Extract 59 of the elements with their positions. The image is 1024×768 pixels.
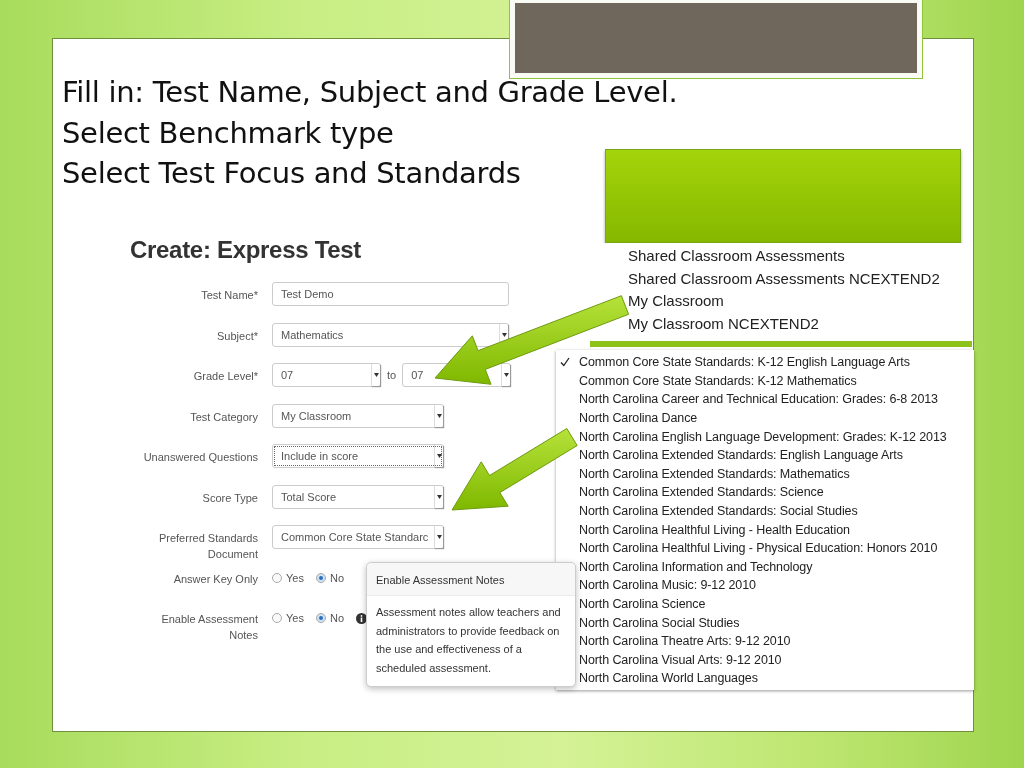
caret-icon xyxy=(436,454,442,458)
radio-option[interactable]: Yes xyxy=(272,571,304,584)
menu-item[interactable]: North Carolina Extended Standards: English Language Arts xyxy=(579,448,974,463)
dropdown[interactable]: Include in score xyxy=(272,444,444,468)
menu-item[interactable]: North Carolina Healthful Living - Health Education xyxy=(579,522,974,537)
form-title: Create: Express Test xyxy=(130,236,362,264)
menu-item[interactable]: North Carolina Information and Technology xyxy=(579,559,974,574)
radio-icon[interactable] xyxy=(315,572,326,583)
menu-item[interactable]: North Carolina Visual Arts: 9-12 2010 xyxy=(579,652,974,667)
slide-text: Select Benchmark type xyxy=(62,114,395,152)
tooltip-text: Assessment notes allow teachers and administrators to provide feedback on the use and effectiveness of a scheduled assessment. xyxy=(375,605,562,676)
field-label: Score Type xyxy=(201,490,258,506)
field-label: Test Name* xyxy=(200,288,258,303)
field-label: Answer Key Only xyxy=(172,571,258,587)
dropdown[interactable]: Common Core State Standarc xyxy=(272,525,444,549)
menu-item[interactable]: North Carolina Science xyxy=(579,597,974,611)
field-label: Enable Assessment Notes xyxy=(160,612,258,643)
menu-item[interactable]: North Carolina Extended Standards: Science xyxy=(579,485,974,500)
dropdown[interactable]: 07 xyxy=(272,363,381,387)
tooltip-title: Enable Assessment Notes xyxy=(367,563,575,596)
menu-item[interactable]: Common Core State Standards: K-12 Mathematics xyxy=(579,373,974,388)
menu-item[interactable]: North Carolina Healthful Living - Physical Education: Honors 2010 xyxy=(579,541,974,556)
menu-item[interactable]: North Carolina Theatre Arts: 9-12 2010 xyxy=(579,634,974,649)
radio-icon[interactable] xyxy=(272,613,282,623)
menu-item[interactable]: My Classroom xyxy=(628,290,972,313)
radio-option[interactable]: No xyxy=(315,612,344,624)
radio-icon[interactable] xyxy=(272,572,282,583)
menu-item[interactable]: North Carolina Music: 9-12 2010 xyxy=(579,578,974,593)
field-label: Subject* xyxy=(216,328,258,344)
caret-icon xyxy=(436,535,442,539)
caret-icon xyxy=(436,494,442,499)
menu-item[interactable]: North Carolina Social Studies xyxy=(579,615,974,630)
menu-item[interactable]: North Carolina Extended Standards: Mathematics xyxy=(579,466,974,481)
caret-icon xyxy=(501,332,507,337)
caret-icon xyxy=(436,413,442,418)
menu-item[interactable]: North Carolina World Languages xyxy=(579,671,974,686)
radio-option[interactable]: No xyxy=(315,571,344,584)
radio-icon[interactable] xyxy=(315,613,326,623)
field-label: Preferred Standards Document xyxy=(157,531,258,562)
radio-option[interactable]: Yes xyxy=(272,612,304,624)
slide-text: Fill in: Test Name, Subject and Grade Level. xyxy=(62,74,678,111)
menu-item[interactable]: My Classroom NCEXTEND2 xyxy=(628,312,972,335)
caret-icon xyxy=(373,373,379,377)
caret-icon xyxy=(503,373,509,377)
menu-item[interactable]: North Carolina English Language Development: Grades: K-12 2013 xyxy=(579,429,974,444)
dropdown[interactable]: Total Score xyxy=(272,484,444,509)
field-label: Test Category xyxy=(189,409,258,425)
field-label: Grade Level* xyxy=(192,369,258,384)
menu-item[interactable]: Shared Classroom Assessments xyxy=(628,245,972,268)
dropdown[interactable]: My Classroom xyxy=(272,403,444,428)
menu-item[interactable]: North Carolina Extended Standards: Social Studies xyxy=(579,504,974,519)
menu-item[interactable]: North Carolina Dance xyxy=(579,411,974,426)
menu-item[interactable]: Shared Classroom Assessments NCEXTEND2 xyxy=(628,267,972,290)
range-separator: to xyxy=(387,369,397,381)
text-field[interactable]: Test Demo xyxy=(272,282,509,306)
field-label: Unanswered Questions xyxy=(142,450,258,465)
slide-text: Select Test Focus and Standards xyxy=(62,155,522,192)
menu-item[interactable]: North Carolina Career and Technical Education: Grades: 6-8 2013 xyxy=(579,392,974,407)
menu-item[interactable]: Common Core State Standards: K-12 English Language Arts xyxy=(579,355,974,370)
